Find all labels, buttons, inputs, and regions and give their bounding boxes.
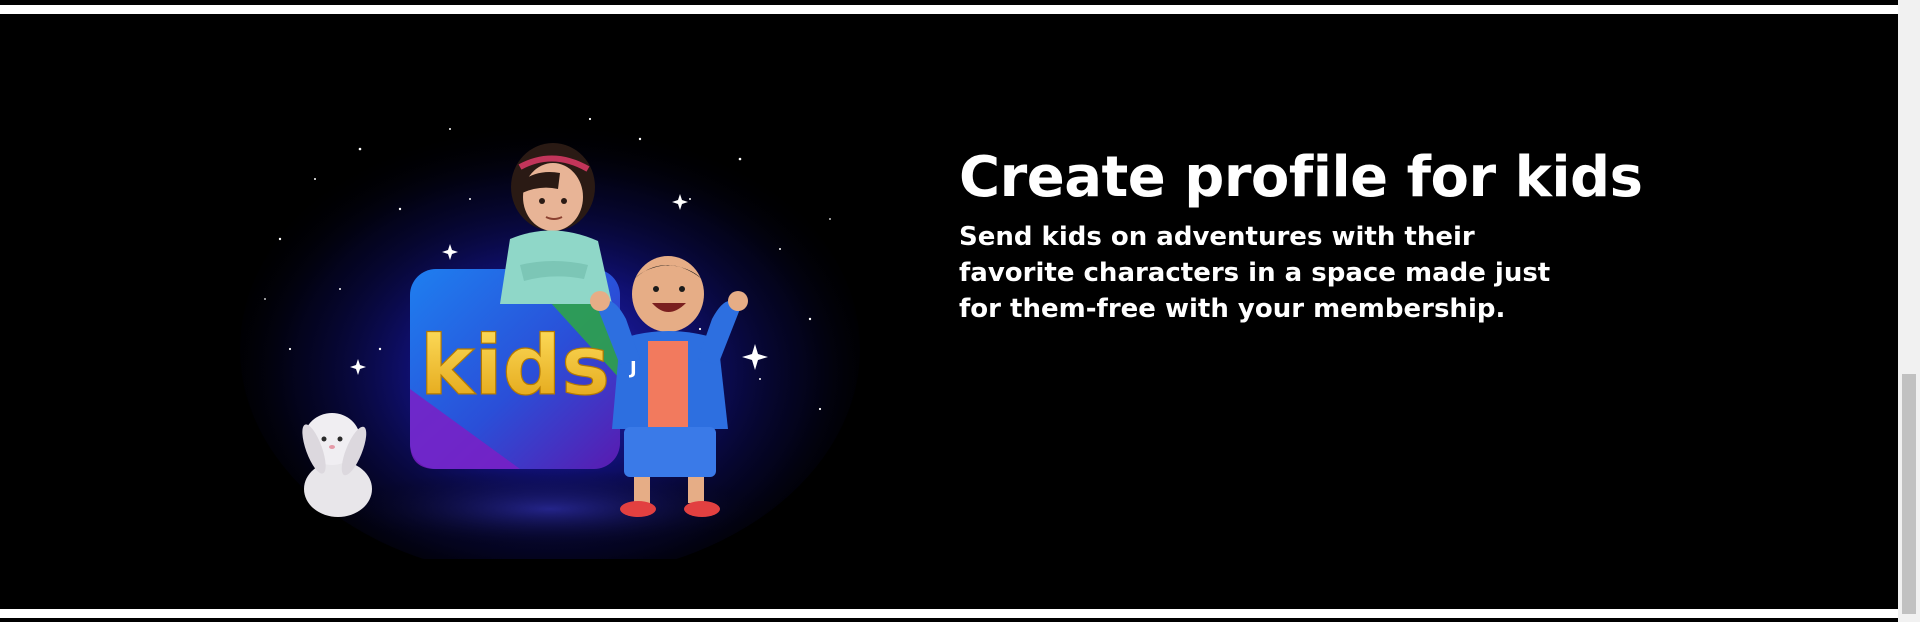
kids-logo-text: kids <box>420 319 610 414</box>
page-scrollbar[interactable] <box>1898 0 1920 622</box>
jacket-letter: J <box>628 358 637 379</box>
section-body-text: Send kids on adventures with their favor… <box>959 222 1551 325</box>
top-divider <box>0 0 1898 5</box>
scrollbar-thumb[interactable] <box>1902 374 1916 614</box>
kids-profile-section: kids J Create profile for kids Send kids… <box>0 14 1898 609</box>
bottom-divider <box>0 618 1898 622</box>
section-copy: Create profile for kids Send kids on adv… <box>959 144 1659 327</box>
kids-illustration: kids J <box>220 89 860 559</box>
page-viewport: kids J Create profile for kids Send kids… <box>0 0 1920 622</box>
kids-illustration-svg: kids J <box>240 117 860 559</box>
section-headline: Create profile for kids <box>959 145 1643 210</box>
